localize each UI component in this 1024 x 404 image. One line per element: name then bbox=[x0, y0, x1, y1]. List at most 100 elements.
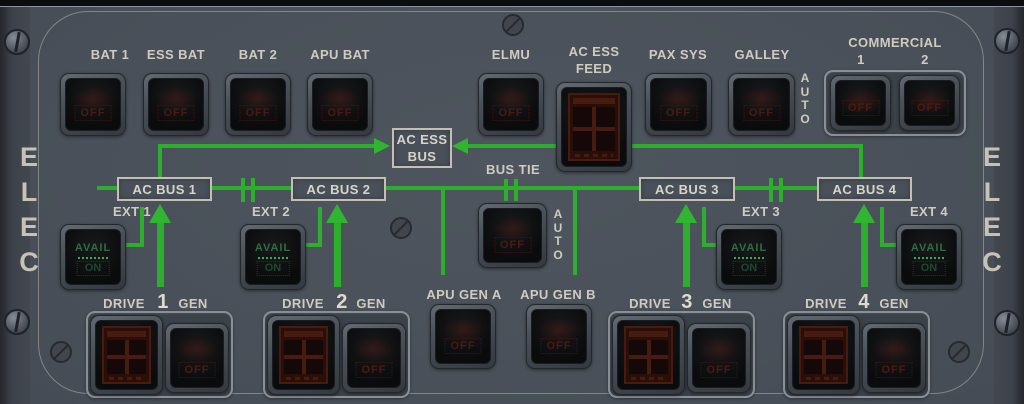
gen4-button-face: OFF bbox=[867, 328, 921, 388]
ext4-power-button[interactable]: AVAIL ON bbox=[896, 224, 962, 290]
ess-feed-line-right-horizontal bbox=[468, 144, 863, 148]
engine-4-number: 4 bbox=[858, 291, 870, 314]
avail-legend: AVAIL bbox=[911, 242, 947, 254]
unlit-lamp-glow bbox=[872, 336, 916, 362]
window-panes bbox=[573, 107, 615, 151]
commercial-2-button-face: OFF bbox=[904, 80, 955, 126]
avail-legend: AVAIL bbox=[75, 242, 111, 254]
ext4-label: EXT 4 bbox=[910, 204, 948, 219]
gen3-button[interactable]: OFF bbox=[687, 323, 751, 393]
avail-indicator-dots bbox=[734, 257, 764, 259]
ext1-button-face: AVAIL ON bbox=[65, 229, 121, 285]
drive3-label: DRIVE bbox=[629, 296, 671, 311]
window-top-bar bbox=[804, 331, 843, 337]
window-pane bbox=[629, 340, 647, 355]
window-top-bar bbox=[629, 331, 668, 337]
apu-bat-button[interactable]: OFF bbox=[307, 73, 373, 136]
drive4-disconnect-button[interactable] bbox=[787, 315, 860, 395]
apu-gen-b-button[interactable]: OFF bbox=[526, 304, 592, 369]
screw-slot bbox=[1004, 31, 1010, 51]
ess-bat-button[interactable]: OFF bbox=[143, 73, 209, 136]
window-pane bbox=[596, 131, 615, 151]
slotted-screw bbox=[948, 341, 970, 363]
ext1-power-button[interactable]: AVAIL ON bbox=[60, 224, 126, 290]
ess-feed-line-left-vertical bbox=[158, 146, 162, 179]
window-cover bbox=[102, 326, 151, 384]
commercial-2-label: 2 bbox=[921, 52, 929, 67]
gen1-feed-arrow-head bbox=[149, 204, 171, 223]
ac-ess-feed-label-line2: FEED bbox=[576, 61, 612, 76]
gen2-label: GEN bbox=[356, 296, 385, 311]
bat2-button[interactable]: OFF bbox=[225, 73, 291, 136]
off-legend: OFF bbox=[743, 105, 780, 121]
ess-feed-line-left-horizontal bbox=[158, 144, 376, 148]
gen2-feed-arrow-head bbox=[326, 204, 348, 223]
on-legend: ON bbox=[733, 261, 766, 276]
gen2-button[interactable]: OFF bbox=[342, 323, 406, 393]
gen3-feed-arrow-shaft bbox=[683, 222, 690, 287]
gen4-feed-arrow-head bbox=[853, 204, 875, 223]
window-cover bbox=[279, 326, 328, 384]
commercial-1-button-face: OFF bbox=[835, 80, 886, 126]
screw-slot bbox=[54, 345, 68, 359]
screw-slot bbox=[1004, 313, 1010, 333]
gen1-button[interactable]: OFF bbox=[165, 323, 229, 393]
ac-bus-4-box: AC BUS 4 bbox=[817, 177, 912, 201]
elmu-button-face: OFF bbox=[483, 78, 539, 131]
window-bottom-dashes bbox=[109, 377, 144, 380]
window-pane bbox=[826, 359, 844, 374]
drive3-button-face bbox=[617, 320, 680, 390]
pax-sys-button[interactable]: OFF bbox=[645, 73, 712, 136]
commercial-1-button[interactable]: OFF bbox=[830, 75, 891, 131]
unlit-lamp-glow bbox=[697, 336, 741, 362]
bat1-button[interactable]: OFF bbox=[60, 73, 126, 136]
commercial-2-button[interactable]: OFF bbox=[899, 75, 960, 131]
window-pane bbox=[306, 359, 324, 374]
avail-indicator-dots bbox=[914, 257, 944, 259]
off-legend: OFF bbox=[179, 362, 216, 378]
gen4-button[interactable]: OFF bbox=[862, 323, 926, 393]
off-legend: OFF bbox=[701, 362, 738, 378]
bus-tie-contactor-bar bbox=[514, 179, 518, 201]
drive1-disconnect-button[interactable] bbox=[90, 315, 163, 395]
drive3-disconnect-button[interactable] bbox=[612, 315, 685, 395]
off-legend: OFF bbox=[445, 338, 482, 354]
off-legend: OFF bbox=[494, 237, 531, 253]
avail-legend: AVAIL bbox=[731, 242, 767, 254]
ac-ess-feed-button[interactable] bbox=[556, 82, 632, 172]
ext2-power-button[interactable]: AVAIL ON bbox=[240, 224, 306, 290]
ac-bus-3-text: AC BUS 3 bbox=[655, 182, 719, 197]
window-bottom-dashes bbox=[575, 154, 613, 157]
window-cover bbox=[624, 326, 673, 384]
window-pane bbox=[826, 340, 844, 355]
ess-feed-arrow-left bbox=[374, 138, 390, 154]
off-legend: OFF bbox=[356, 362, 393, 378]
ac-ess-feed-button-face bbox=[561, 87, 627, 167]
window-pane bbox=[129, 359, 147, 374]
elmu-label: ELMU bbox=[492, 47, 530, 62]
bus-tie-button[interactable]: OFF bbox=[478, 203, 547, 268]
gen3-feed-arrow-head bbox=[675, 204, 697, 223]
ac-bus-1-box: AC BUS 1 bbox=[117, 177, 212, 201]
window-panes bbox=[107, 340, 146, 374]
apu-gen-b-label: APU GEN B bbox=[520, 287, 596, 302]
ext3-link-vertical bbox=[702, 207, 706, 247]
off-legend: OFF bbox=[158, 105, 195, 121]
off-legend: OFF bbox=[911, 100, 948, 116]
galley-button[interactable]: OFF bbox=[728, 73, 795, 136]
elmu-button[interactable]: OFF bbox=[478, 73, 544, 136]
drive2-disconnect-button[interactable] bbox=[267, 315, 340, 395]
window-pane bbox=[651, 359, 669, 374]
engine-1-number: 1 bbox=[157, 291, 169, 314]
apu-gen-b-button-face: OFF bbox=[531, 309, 587, 364]
window-pane bbox=[284, 359, 302, 374]
gen1-button-face: OFF bbox=[170, 328, 224, 388]
edge-screw bbox=[4, 29, 30, 55]
apu-gen-a-button[interactable]: OFF bbox=[430, 304, 496, 369]
screw-slot bbox=[394, 221, 408, 235]
pax-sys-label: PAX SYS bbox=[649, 47, 707, 62]
ess-bat-button-face: OFF bbox=[148, 78, 204, 131]
off-legend: OFF bbox=[541, 338, 578, 354]
ext3-power-button[interactable]: AVAIL ON bbox=[716, 224, 782, 290]
drive2-button-face bbox=[272, 320, 335, 390]
